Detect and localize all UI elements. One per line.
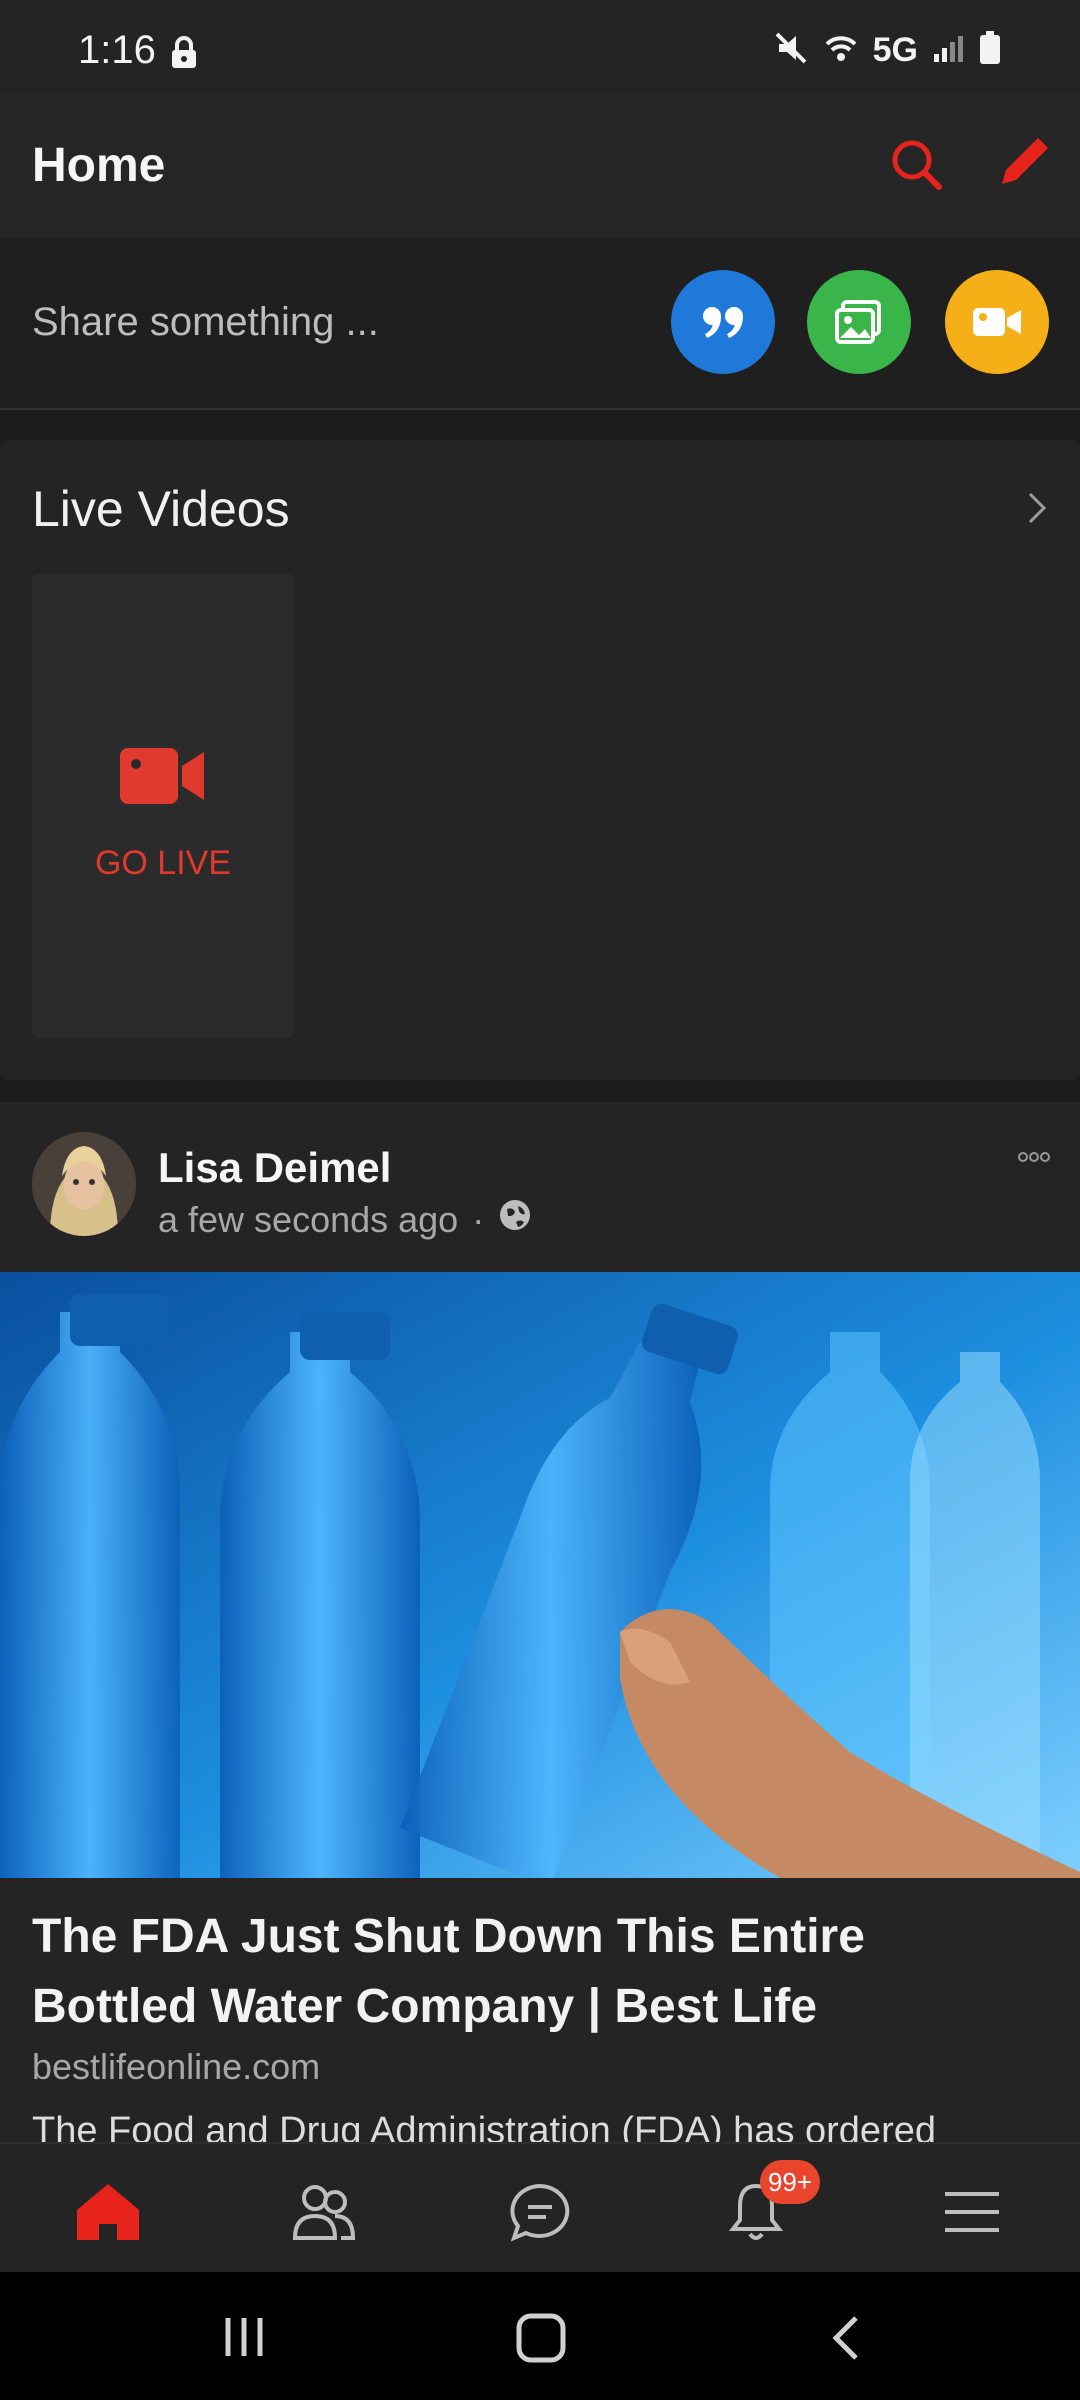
photo-post-button[interactable]: [807, 270, 911, 374]
chevron-right-icon[interactable]: [1022, 488, 1050, 533]
photo-icon: [835, 300, 881, 344]
menu-icon: [945, 2192, 999, 2232]
system-navigation: [0, 2272, 1080, 2400]
notification-badge: 99+: [760, 2160, 820, 2204]
share-input[interactable]: Share something ...: [32, 300, 379, 345]
globe-icon: [498, 1198, 532, 1241]
live-videos-section: Live Videos GO LIVE: [0, 440, 1080, 1080]
wifi-icon: [823, 30, 859, 71]
quote-post-button[interactable]: [671, 270, 775, 374]
friends-icon: [292, 2185, 356, 2240]
battery-icon: [978, 30, 1002, 71]
status-bar: 1:16 5G: [0, 0, 1080, 92]
search-button[interactable]: [884, 132, 948, 196]
home-button-icon[interactable]: [515, 2312, 567, 2369]
status-icons: 5G: [773, 30, 1002, 71]
video-post-button[interactable]: [945, 270, 1049, 374]
page-title: Home: [32, 139, 166, 192]
post-author[interactable]: Lisa Deimel: [158, 1144, 391, 1192]
search-icon: [892, 140, 942, 190]
signal-icon: [932, 32, 964, 69]
messages-icon: [510, 2183, 570, 2242]
video-camera-icon: [973, 308, 1021, 336]
link-preview-image[interactable]: [0, 1272, 1080, 1878]
go-live-label: GO LIVE: [94, 844, 232, 882]
post-time: a few seconds ago: [158, 1198, 459, 1240]
video-camera-icon: [120, 746, 206, 811]
pencil-icon: [1002, 138, 1048, 184]
mute-icon: [773, 30, 809, 71]
go-live-button[interactable]: GO LIVE: [32, 574, 294, 1038]
more-icon: [1018, 1152, 1050, 1162]
avatar[interactable]: [32, 1132, 136, 1236]
feed-post: Lisa Deimel a few seconds ago · The FDA …: [0, 1102, 1080, 2152]
nav-menu[interactable]: [932, 2172, 1012, 2252]
quote-icon: [703, 307, 743, 338]
nav-friends[interactable]: [284, 2172, 364, 2252]
link-domain[interactable]: bestlifeonline.com: [32, 2046, 320, 2088]
compose-button[interactable]: [990, 132, 1054, 196]
link-title[interactable]: The FDA Just Shut Down This Entire Bottl…: [32, 1902, 1042, 2042]
post-options-button[interactable]: [1018, 1150, 1050, 1168]
post-meta: a few seconds ago ·: [158, 1198, 532, 1241]
home-icon: [77, 2184, 139, 2240]
app-header: Home: [0, 92, 1080, 238]
back-icon[interactable]: [826, 2312, 866, 2369]
status-time: 1:16: [78, 28, 156, 72]
nav-messages[interactable]: [500, 2172, 580, 2252]
post-composer: Share something ...: [0, 238, 1080, 410]
lock-icon: [170, 36, 198, 75]
nav-home[interactable]: [68, 2172, 148, 2252]
live-videos-title: Live Videos: [32, 481, 290, 537]
network-type: 5G: [872, 31, 918, 69]
bottom-navigation: 99+: [0, 2142, 1080, 2274]
recent-apps-icon[interactable]: [214, 2312, 274, 2367]
meta-separator: ·: [472, 1198, 485, 1240]
